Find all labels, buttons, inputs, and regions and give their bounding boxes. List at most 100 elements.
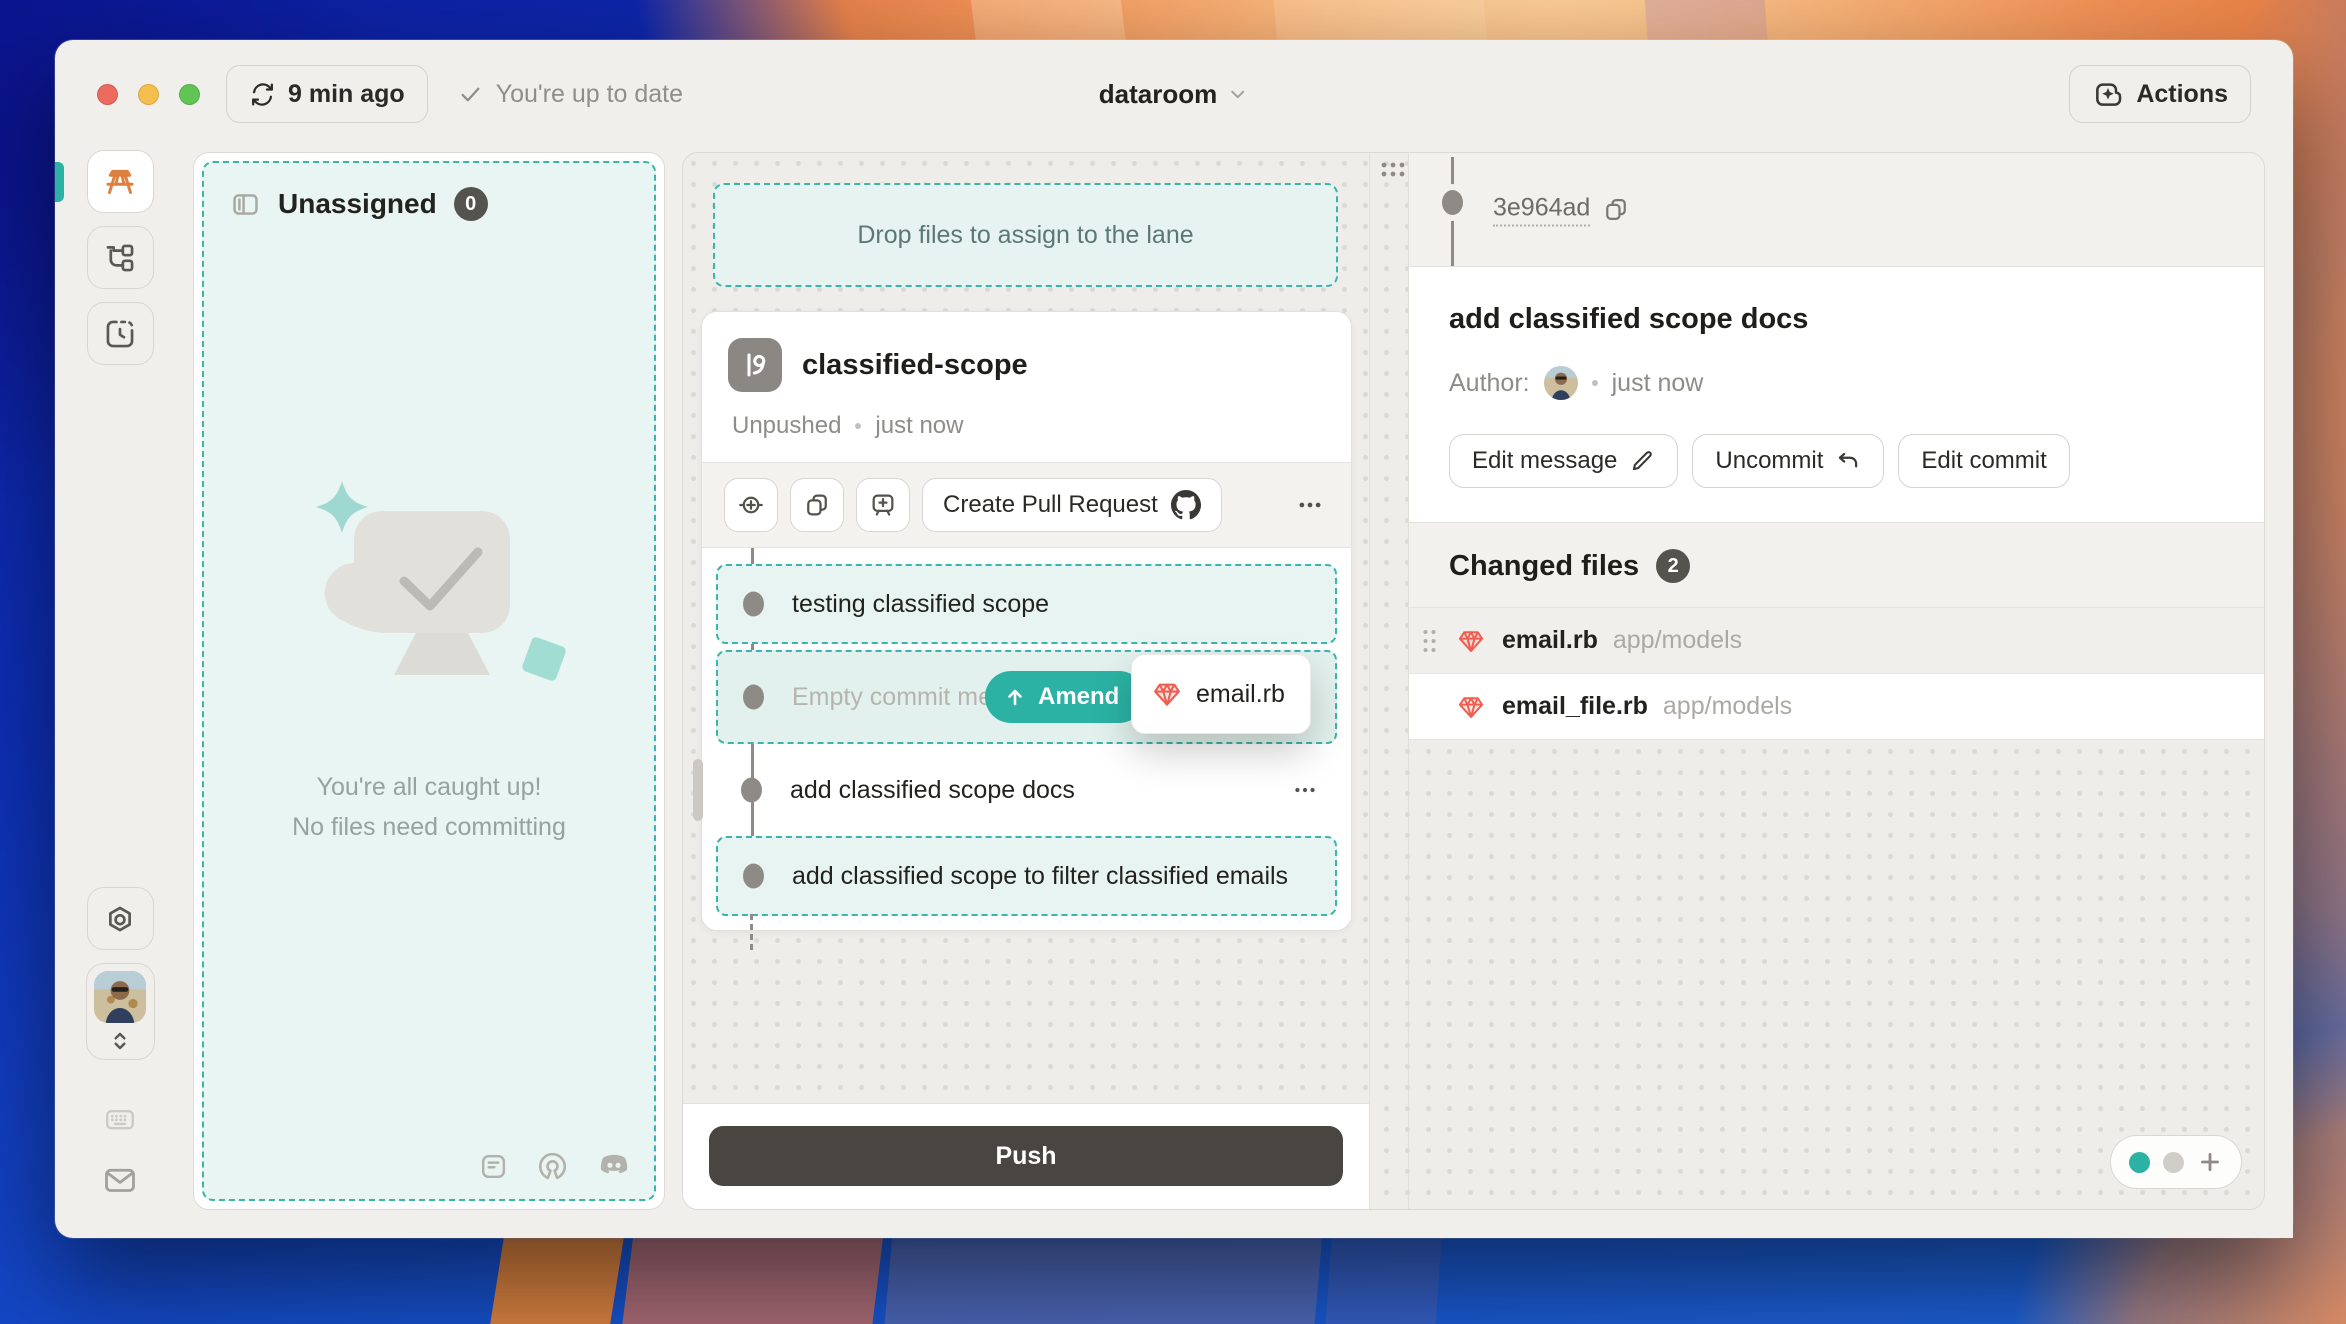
chevrons-updown-icon xyxy=(107,1027,133,1055)
branch-graph-icon xyxy=(103,241,137,275)
changed-files-header: Changed files 2 xyxy=(1409,523,2264,608)
actions-button[interactable]: Actions xyxy=(2069,65,2251,123)
commit-hash-link[interactable]: 3e964ad xyxy=(1493,193,1630,226)
empty-state: You're all caught up! No files need comm… xyxy=(204,463,654,847)
branch-menu-button[interactable] xyxy=(1291,486,1329,524)
amend-button[interactable]: Amend xyxy=(985,671,1145,723)
commit-dot xyxy=(1442,190,1463,215)
commit-message: add classified scope docs xyxy=(790,776,1075,805)
sync-label: 9 min ago xyxy=(288,80,405,109)
mail-icon xyxy=(100,1162,140,1198)
app-window: 9 min ago You're up to date dataroom Act… xyxy=(55,40,2293,1238)
commit-message-section: add classified scope docs Author: xyxy=(1409,267,2264,523)
arrow-up-icon xyxy=(1003,685,1027,709)
separator-dot xyxy=(855,423,861,429)
author-avatar xyxy=(1544,366,1578,400)
push-button[interactable]: Push xyxy=(709,1126,1343,1186)
uncommit-label: Uncommit xyxy=(1715,447,1823,475)
file-name: email_file.rb xyxy=(1502,692,1648,721)
file-row-email-rb[interactable]: email.rb app/models xyxy=(1409,608,2264,674)
create-pr-label: Create Pull Request xyxy=(943,491,1158,519)
github-icon xyxy=(1171,490,1201,520)
sidebar-item-workspace[interactable] xyxy=(87,150,154,213)
edit-commit-button[interactable]: Edit commit xyxy=(1898,434,2069,488)
file-path: app/models xyxy=(1613,626,1742,655)
commit-row[interactable]: add classified scope to filter classifie… xyxy=(716,836,1337,916)
amend-label: Amend xyxy=(1038,683,1119,711)
lane-drag-handle-icon[interactable] xyxy=(1380,161,1406,179)
uncommit-button[interactable]: Uncommit xyxy=(1692,434,1884,488)
copy-icon xyxy=(1602,196,1630,224)
uptodate-label: You're up to date xyxy=(496,80,683,109)
commit-drag-handle[interactable] xyxy=(693,759,703,821)
settings-button[interactable] xyxy=(87,887,154,950)
keyboard-shortcuts-button[interactable] xyxy=(101,1102,139,1136)
dropzone-label: Drop files to assign to the lane xyxy=(857,221,1193,250)
project-switcher[interactable]: dataroom xyxy=(1099,79,1249,110)
commit-details-header: 3e964ad xyxy=(1409,153,2264,267)
branch-status: Unpushed xyxy=(732,412,841,440)
sparkle-actions-icon xyxy=(2092,78,2124,110)
branch-header: classified-scope Unpushed just now xyxy=(702,312,1351,440)
sidebar-item-branches[interactable] xyxy=(87,226,154,289)
edit-message-button[interactable]: Edit message xyxy=(1449,434,1678,488)
profile-switcher[interactable] xyxy=(86,963,155,1060)
edit-commit-label: Edit commit xyxy=(1921,447,2046,475)
docs-icon[interactable] xyxy=(478,1151,509,1182)
branch-meta: Unpushed just now xyxy=(732,412,1325,440)
file-path: app/models xyxy=(1663,692,1792,721)
file-row-email-file-rb[interactable]: email_file.rb app/models xyxy=(1409,674,2264,740)
app-body: Unassigned 0 You're all caught up! xyxy=(55,148,2293,1238)
commit-row-amend-target[interactable]: Empty commit message Amend xyxy=(716,650,1337,744)
open-source-icon[interactable] xyxy=(536,1150,569,1183)
minimize-button[interactable] xyxy=(138,84,159,105)
commit-dot xyxy=(743,685,764,710)
project-name: dataroom xyxy=(1099,79,1217,110)
feedback-button[interactable] xyxy=(100,1162,140,1198)
commit-dot xyxy=(743,864,764,889)
create-pull-request-button[interactable]: Create Pull Request xyxy=(922,478,1222,532)
unassigned-panel: Unassigned 0 You're all caught up! xyxy=(193,152,665,1210)
branch-name[interactable]: classified-scope xyxy=(802,349,1028,382)
workspace: Unassigned 0 You're all caught up! xyxy=(185,148,2293,1238)
dragged-file-name: email.rb xyxy=(1196,680,1285,709)
commit-hash: 3e964ad xyxy=(1493,193,1590,226)
stack-switcher-pill xyxy=(2110,1135,2242,1189)
lane-dropzone[interactable]: Drop files to assign to the lane xyxy=(713,183,1338,287)
author-time: just now xyxy=(1612,369,1704,398)
zoom-button[interactable] xyxy=(179,84,200,105)
commit-message: testing classified scope xyxy=(792,590,1049,619)
discord-icon[interactable] xyxy=(596,1152,632,1182)
changed-files-count-badge: 2 xyxy=(1656,549,1690,583)
stack-dot-active[interactable] xyxy=(2129,1152,2150,1173)
add-dependent-branch-button[interactable] xyxy=(856,478,910,532)
unassigned-count-badge: 0 xyxy=(454,187,488,221)
commit-message: add classified scope to filter classifie… xyxy=(792,862,1288,891)
commit-row-selected[interactable]: add classified scope docs xyxy=(716,750,1337,830)
lane-toolbar: Create Pull Request xyxy=(702,462,1351,548)
empty-state-text: You're all caught up! No files need comm… xyxy=(204,767,654,847)
ruby-icon xyxy=(1152,679,1182,709)
commit-target-button[interactable] xyxy=(724,478,778,532)
commit-row[interactable]: testing classified scope xyxy=(716,564,1337,644)
commit-dot xyxy=(741,778,762,803)
commit-menu-button[interactable] xyxy=(1291,776,1319,804)
sync-button[interactable]: 9 min ago xyxy=(226,65,428,123)
file-drag-handle[interactable] xyxy=(1421,628,1438,654)
user-avatar xyxy=(94,971,146,1023)
gear-icon xyxy=(103,902,137,936)
stack-dot-inactive[interactable] xyxy=(2163,1152,2184,1173)
sidebar-item-history[interactable] xyxy=(87,302,154,365)
uptodate-status: You're up to date xyxy=(458,80,683,109)
undo-icon xyxy=(1835,448,1861,474)
unassigned-drop-target[interactable]: Unassigned 0 You're all caught up! xyxy=(202,161,656,1201)
sync-icon xyxy=(249,81,276,108)
check-icon xyxy=(458,82,483,107)
dragged-file-ghost[interactable]: email.rb xyxy=(1131,654,1311,734)
add-stack-button[interactable] xyxy=(2197,1149,2223,1175)
push-bar: Push xyxy=(683,1103,1370,1209)
close-button[interactable] xyxy=(97,84,118,105)
branch-card: classified-scope Unpushed just now xyxy=(701,311,1352,931)
unassigned-header: Unassigned 0 xyxy=(204,163,654,245)
copy-branch-button[interactable] xyxy=(790,478,844,532)
